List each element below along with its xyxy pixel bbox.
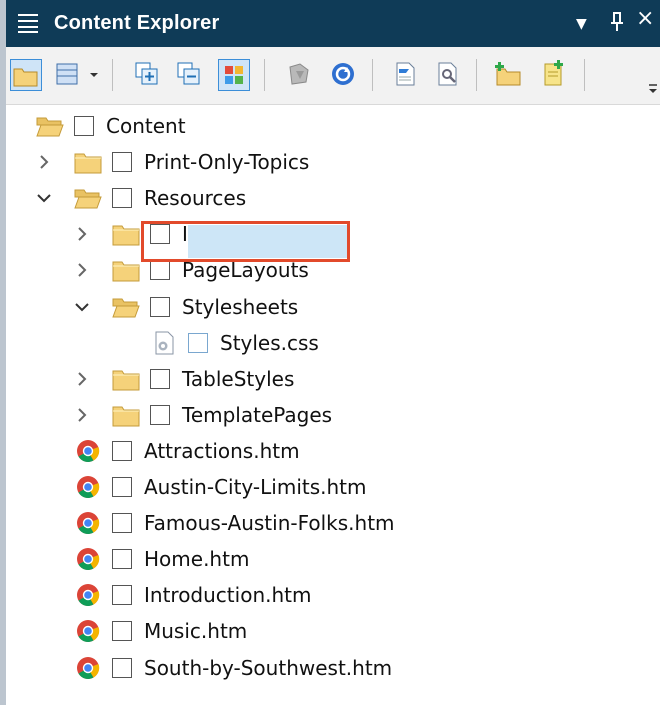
chevron-right-icon[interactable] xyxy=(70,220,94,248)
chrome-icon xyxy=(74,547,102,571)
toolbar-separator xyxy=(476,59,477,91)
flare-file-tool-icon[interactable] xyxy=(284,59,316,91)
item-checkbox[interactable] xyxy=(150,296,170,317)
tree-item-label: Resources xyxy=(144,186,247,211)
folder-icon xyxy=(112,258,140,282)
chevron-right-icon[interactable] xyxy=(70,256,94,284)
tree-item[interactable]: Famous-Austin-Folks.htm xyxy=(6,505,660,541)
tree-item-label: Home.htm xyxy=(144,547,250,572)
panel-title: Content Explorer xyxy=(54,12,220,34)
panel-dropdown-icon[interactable]: ▼ xyxy=(576,14,587,34)
tree-item-label: Music.htm xyxy=(144,619,248,644)
view-mode-tool-icon[interactable] xyxy=(52,59,84,91)
folder-open-icon xyxy=(112,295,140,319)
chrome-icon xyxy=(74,475,102,499)
item-checkbox[interactable] xyxy=(112,440,132,461)
toolbar-separator xyxy=(112,59,113,91)
item-checkbox[interactable] xyxy=(112,549,132,570)
new-folder-tool-icon[interactable] xyxy=(494,59,526,91)
tree-item[interactable]: Styles.css xyxy=(6,325,660,361)
item-checkbox[interactable] xyxy=(112,477,132,497)
refresh-tool-icon[interactable] xyxy=(328,59,360,91)
tree-item-label: Print-Only-Topics xyxy=(144,150,310,175)
tree-item-label: Stylesheets xyxy=(182,294,299,319)
title-bar: Content Explorer ▼ × xyxy=(6,0,660,47)
content-tree: ContentPrint-Only-TopicsResourcesImagesP… xyxy=(6,104,660,705)
new-file-tool-icon[interactable] xyxy=(538,59,570,91)
collapse-all-tool-icon[interactable] xyxy=(174,59,206,91)
tree-item-label: TableStyles xyxy=(182,366,295,391)
properties-tool-icon[interactable] xyxy=(432,59,464,91)
folder-icon xyxy=(112,403,140,427)
tree-item-label: Content xyxy=(106,114,186,138)
toolbar-overflow-icon[interactable] xyxy=(646,59,660,93)
tree-item[interactable]: Introduction.htm xyxy=(6,577,660,613)
chevron-right-icon[interactable] xyxy=(32,148,56,176)
item-checkbox[interactable] xyxy=(112,657,132,678)
color-tiles-tool-icon[interactable] xyxy=(218,59,250,91)
chevron-right-icon[interactable] xyxy=(70,401,94,429)
folder-open-icon xyxy=(74,186,102,210)
item-checkbox[interactable] xyxy=(112,188,132,209)
item-checkbox[interactable] xyxy=(112,621,132,642)
tree-item[interactable]: Home.htm xyxy=(6,541,660,577)
close-icon[interactable]: × xyxy=(636,8,654,30)
highlight-box xyxy=(141,221,350,262)
tree-item[interactable]: Resources xyxy=(6,180,660,216)
folder-icon xyxy=(112,367,140,391)
tree-item[interactable]: Print-Only-Topics xyxy=(6,144,660,180)
item-checkbox[interactable] xyxy=(188,332,208,353)
css-file-icon xyxy=(150,331,178,355)
chevron-right-icon[interactable] xyxy=(70,365,94,393)
chrome-icon xyxy=(74,656,102,680)
chrome-icon xyxy=(74,439,102,463)
chevron-down-icon[interactable] xyxy=(70,293,94,321)
folder-open-icon xyxy=(36,114,64,138)
toolbar-separator xyxy=(372,59,373,91)
tree-item-label: Austin-City-Limits.htm xyxy=(144,475,367,499)
item-checkbox[interactable] xyxy=(150,260,170,281)
folder-icon xyxy=(74,150,102,174)
item-checkbox[interactable] xyxy=(112,513,132,534)
item-checkbox[interactable] xyxy=(150,404,170,425)
tree-item-label: Attractions.htm xyxy=(144,438,300,463)
document-tool-icon[interactable] xyxy=(390,59,422,91)
tree-item[interactable]: Attractions.htm xyxy=(6,433,660,469)
chevron-down-icon[interactable] xyxy=(32,184,56,212)
item-checkbox[interactable] xyxy=(112,152,132,173)
tree-item[interactable]: Music.htm xyxy=(6,613,660,649)
content-explorer-window: Content Explorer ▼ × Content Print-Only-… xyxy=(0,0,660,705)
pin-icon[interactable] xyxy=(610,12,624,37)
tree-item[interactable]: TemplatePages xyxy=(6,397,660,433)
tree-item-label: TemplatePages xyxy=(182,402,333,427)
item-checkbox[interactable] xyxy=(150,368,170,389)
hamburger-menu-icon[interactable] xyxy=(18,14,38,33)
tree-item[interactable]: Content xyxy=(6,108,660,144)
folder-icon xyxy=(112,222,140,246)
toolbar xyxy=(6,47,660,105)
tree-item[interactable]: Stylesheets xyxy=(6,289,660,325)
toolbar-separator xyxy=(264,59,265,91)
tree-item[interactable]: TableStyles xyxy=(6,361,660,397)
open-folder-tool-icon[interactable] xyxy=(10,59,42,91)
tree-item-label: Styles.css xyxy=(220,330,319,355)
view-mode-dropdown-icon[interactable] xyxy=(86,59,102,91)
tree-item-label: Introduction.htm xyxy=(144,583,312,608)
tree-item[interactable]: South-by-Southwest.htm xyxy=(6,650,660,686)
item-checkbox[interactable] xyxy=(112,585,132,606)
tree-item[interactable]: Austin-City-Limits.htm xyxy=(6,469,660,505)
item-checkbox[interactable] xyxy=(74,116,94,136)
chrome-icon xyxy=(74,511,102,535)
chrome-icon xyxy=(74,619,102,643)
tree-item-label: Famous-Austin-Folks.htm xyxy=(144,511,395,536)
toolbar-separator xyxy=(584,59,585,91)
chrome-icon xyxy=(74,583,102,607)
expand-all-tool-icon[interactable] xyxy=(132,59,164,91)
tree-item-label: South-by-Southwest.htm xyxy=(144,655,393,680)
